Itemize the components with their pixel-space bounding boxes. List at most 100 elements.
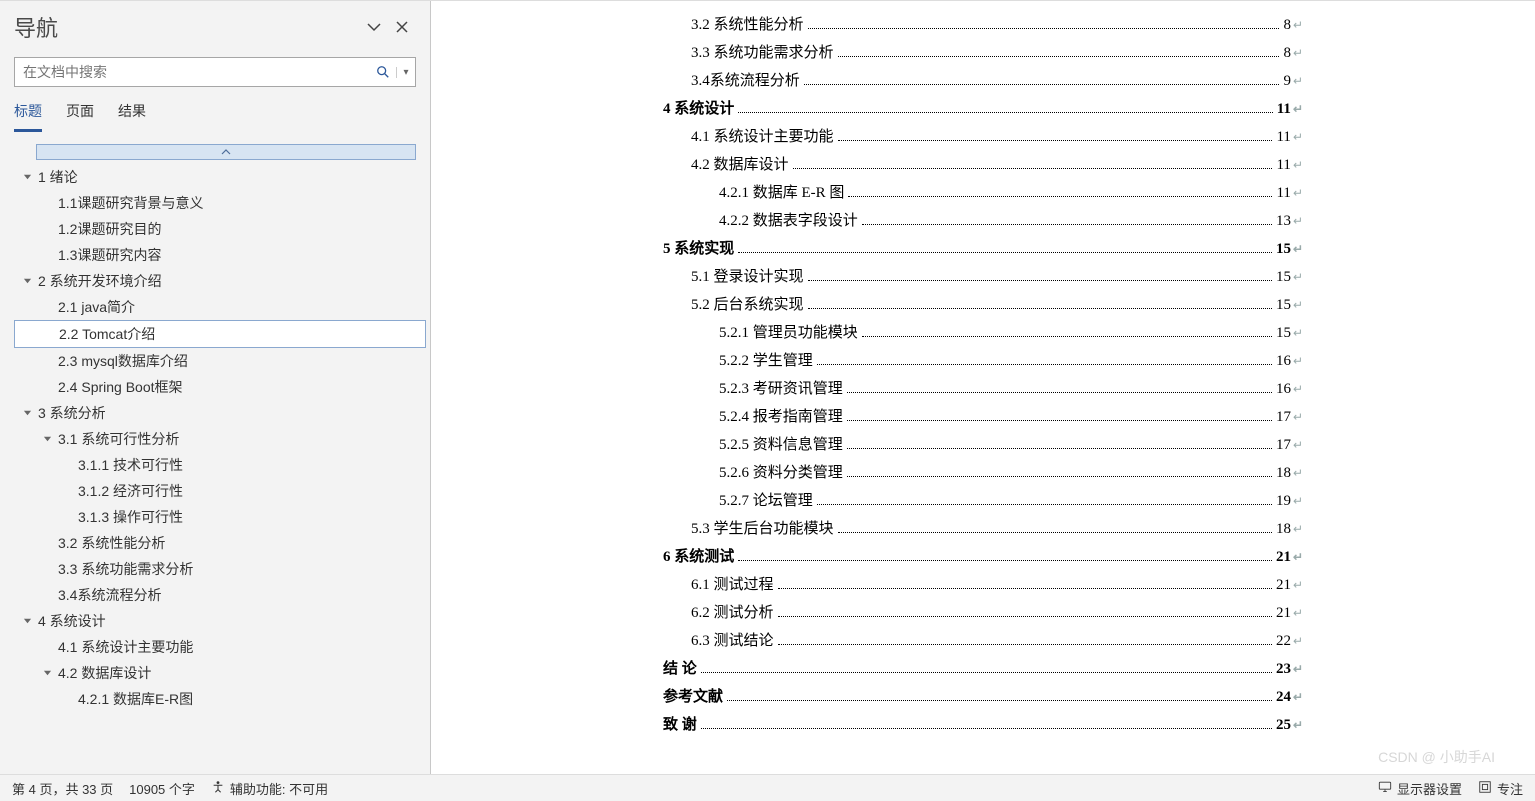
tree-item[interactable]: 1.2课题研究目的 [14,216,426,242]
toc-line: 6 系统测试21↵ [663,543,1303,571]
paragraph-mark-icon: ↵ [1293,123,1303,151]
tree-collapse-bar[interactable] [36,144,416,160]
toc-title: 结 论 [663,655,697,683]
tab-pages[interactable]: 页面 [66,101,94,132]
tree-item[interactable]: 4 系统设计 [14,608,426,634]
tree-item[interactable]: 1 绪论 [14,164,426,190]
paragraph-mark-icon: ↵ [1293,11,1303,39]
focus-icon [1478,780,1492,797]
nav-tree[interactable]: 1 绪论 1.1课题研究背景与意义 1.2课题研究目的 1.3课题研究内容 2 系统开发… [0,160,430,774]
tree-item[interactable]: 1.3课题研究内容 [14,242,426,268]
tree-item[interactable]: 3.1.1 技术可行性 [14,452,426,478]
toc-page-number: 18 [1276,459,1291,487]
status-focus[interactable]: 专注 [1478,779,1523,798]
nav-close-button[interactable] [388,13,416,41]
toc-line: 5.2.6 资料分类管理18↵ [663,459,1303,487]
tree-item-label: 1 绪论 [38,167,78,187]
tree-item[interactable]: 3.1 系统可行性分析 [14,426,426,452]
paragraph-mark-icon: ↵ [1293,711,1303,739]
tree-item[interactable]: 4.2 数据库设计 [14,660,426,686]
tree-item[interactable]: 2 系统开发环境介绍 [14,268,426,294]
tab-results[interactable]: 结果 [118,101,146,132]
caret-expanded-icon[interactable] [20,406,34,420]
toc-title: 6 系统测试 [663,543,734,571]
toc-leader-dots [817,364,1272,365]
caret-expanded-icon[interactable] [20,614,34,628]
toc-leader-dots [847,420,1272,421]
caret-expanded-icon[interactable] [40,432,54,446]
toc-leader-dots [848,196,1272,197]
tree-item-label: 3.1 系统可行性分析 [58,429,179,449]
tree-item[interactable]: 2.1 java简介 [14,294,426,320]
paragraph-mark-icon: ↵ [1293,235,1303,263]
toc-leader-dots [808,280,1272,281]
toc-title: 5.1 登录设计实现 [691,263,804,291]
search-button[interactable] [370,65,396,79]
toc-page-number: 21 [1276,543,1291,571]
nav-tabs: 标题 页面 结果 [0,87,430,132]
toc-page-number: 15 [1276,291,1291,319]
tree-item-label: 3.3 系统功能需求分析 [58,559,193,579]
status-display-settings[interactable]: 显示器设置 [1378,779,1462,798]
toc-leader-dots [862,336,1272,337]
paragraph-mark-icon: ↵ [1293,655,1303,683]
paragraph-mark-icon: ↵ [1293,599,1303,627]
nav-collapse-button[interactable] [360,13,388,41]
paragraph-mark-icon: ↵ [1293,95,1303,123]
caret-none [60,692,74,706]
tree-item-label: 2.4 Spring Boot框架 [58,377,183,397]
toc-line: 结 论23↵ [663,655,1303,683]
tree-item-label: 1.3课题研究内容 [58,245,161,265]
toc-page-number: 11 [1277,95,1291,123]
document-area[interactable]: 3.2 系统性能分析8↵3.3 系统功能需求分析8↵3.4系统流程分析9↵4 系… [431,1,1535,774]
toc-title: 4.1 系统设计主要功能 [691,123,834,151]
caret-expanded-icon[interactable] [40,666,54,680]
paragraph-mark-icon: ↵ [1293,67,1303,95]
tree-item[interactable]: 3.2 系统性能分析 [14,530,426,556]
toc-line: 4.2.2 数据表字段设计13↵ [663,207,1303,235]
toc-leader-dots [778,616,1272,617]
toc-line: 5 系统实现15↵ [663,235,1303,263]
tree-item[interactable]: 2.4 Spring Boot框架 [14,374,426,400]
search-box[interactable]: ▾ [14,57,416,87]
tree-item[interactable]: 3 系统分析 [14,400,426,426]
toc-line: 3.4系统流程分析9↵ [663,67,1303,95]
paragraph-mark-icon: ↵ [1293,179,1303,207]
tree-item[interactable]: 3.3 系统功能需求分析 [14,556,426,582]
document-page: 3.2 系统性能分析8↵3.3 系统功能需求分析8↵3.4系统流程分析9↵4 系… [643,1,1323,774]
status-page[interactable]: 第 4 页，共 33 页 [12,779,113,798]
toc-leader-dots [738,560,1272,561]
tree-item[interactable]: 1.1课题研究背景与意义 [14,190,426,216]
toc-title: 致 谢 [663,711,697,739]
toc-line: 6.3 测试结论22↵ [663,627,1303,655]
paragraph-mark-icon: ↵ [1293,627,1303,655]
tree-item[interactable]: 3.1.2 经济可行性 [14,478,426,504]
toc-title: 6.1 测试过程 [691,571,774,599]
search-input[interactable] [15,58,370,86]
tree-item-label: 1.1课题研究背景与意义 [58,193,203,213]
toc-page-number: 24 [1276,683,1291,711]
toc-title: 参考文献 [663,683,723,711]
caret-none [41,327,55,341]
tree-item[interactable]: 2.2 Tomcat介绍 [14,320,426,348]
status-accessibility[interactable]: 辅助功能: 不可用 [211,779,328,798]
toc-line: 5.2.4 报考指南管理17↵ [663,403,1303,431]
toc-title: 5.2.5 资料信息管理 [719,431,843,459]
toc-page-number: 15 [1276,319,1291,347]
paragraph-mark-icon: ↵ [1293,291,1303,319]
search-dropdown[interactable]: ▾ [396,67,415,78]
status-bar: 第 4 页，共 33 页 10905 个字 辅助功能: 不可用 显示器设置 专注 [0,774,1535,801]
status-word-count[interactable]: 10905 个字 [129,779,195,798]
toc-title: 3.3 系统功能需求分析 [691,39,834,67]
caret-expanded-icon[interactable] [20,170,34,184]
toc-line: 致 谢25↵ [663,711,1303,739]
tab-headings[interactable]: 标题 [14,101,42,132]
tree-item[interactable]: 3.4系统流程分析 [14,582,426,608]
tree-item-label: 2.3 mysql数据库介绍 [58,351,188,371]
caret-expanded-icon[interactable] [20,274,34,288]
tree-item[interactable]: 3.1.3 操作可行性 [14,504,426,530]
toc-title: 6.3 测试结论 [691,627,774,655]
tree-item[interactable]: 2.3 mysql数据库介绍 [14,348,426,374]
tree-item[interactable]: 4.2.1 数据库E-R图 [14,686,426,712]
tree-item[interactable]: 4.1 系统设计主要功能 [14,634,426,660]
